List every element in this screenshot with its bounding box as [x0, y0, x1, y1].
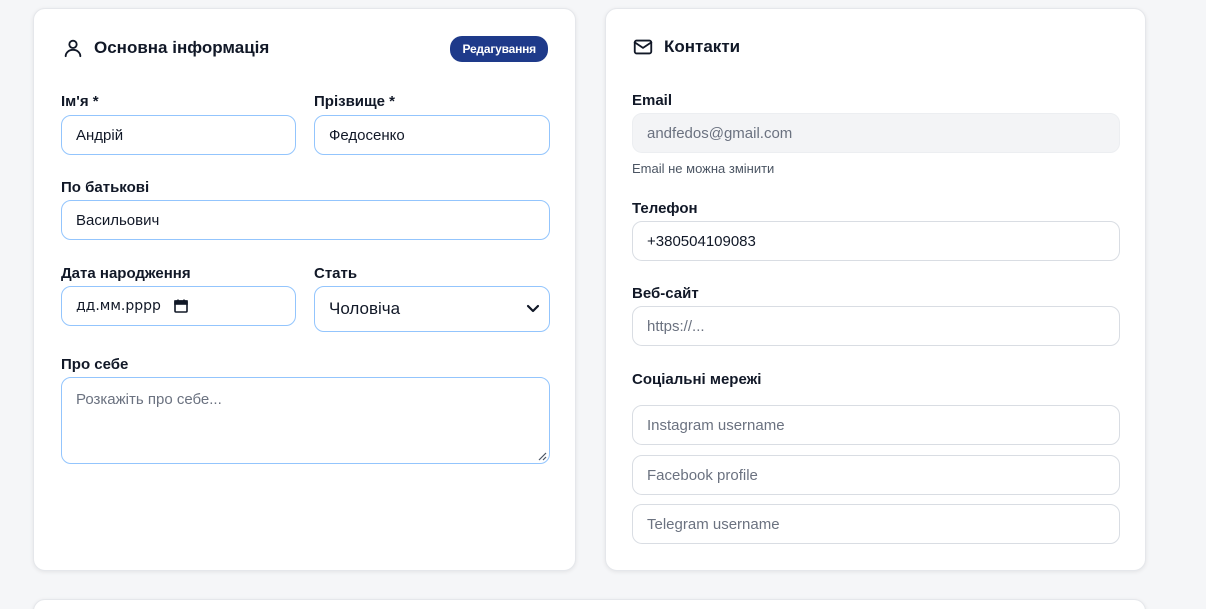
last-name-input[interactable]: Федосенко [314, 115, 550, 155]
about-textarea[interactable]: Розкажіть про себе... [61, 377, 550, 464]
next-card [33, 599, 1146, 609]
patronymic-value: Васильович [76, 211, 160, 229]
website-placeholder: https://... [647, 317, 705, 335]
website-input[interactable]: https://... [632, 306, 1120, 346]
basic-info-title: Основна інформація [94, 38, 270, 57]
user-icon [62, 37, 84, 59]
birth-date-placeholder: дд.мм.рррр [76, 298, 161, 314]
email-value: andfedos@gmail.com [647, 124, 793, 142]
birth-date-input[interactable]: дд.мм.рррр [61, 286, 296, 326]
phone-value: +380504109083 [647, 232, 756, 250]
resize-handle-icon[interactable] [537, 451, 547, 461]
contacts-card: Контакти Email andfedos@gmail.com Email … [605, 8, 1146, 571]
last-name-label: Прізвище * [314, 93, 396, 110]
email-label: Email [632, 92, 673, 109]
contacts-title: Контакти [664, 37, 741, 56]
gender-label: Стать [314, 265, 358, 282]
instagram-placeholder: Instagram username [647, 416, 785, 434]
telegram-placeholder: Telegram username [647, 515, 780, 533]
about-label: Про себе [61, 356, 129, 373]
mail-icon [632, 36, 654, 58]
facebook-placeholder: Facebook profile [647, 466, 758, 484]
about-placeholder: Розкажіть про себе... [76, 391, 222, 408]
basic-info-card: Основна інформація Редагування Ім'я * Ан… [33, 8, 576, 571]
email-hint: Email не можна змінити [632, 161, 775, 176]
patronymic-input[interactable]: Васильович [61, 200, 550, 240]
gender-select[interactable]: Чоловіча [314, 286, 550, 332]
basic-info-header: Основна інформація [62, 37, 269, 59]
social-label: Соціальні мережі [632, 371, 762, 388]
edit-badge[interactable]: Редагування [450, 36, 548, 62]
instagram-input[interactable]: Instagram username [632, 405, 1120, 445]
website-label: Веб-сайт [632, 285, 699, 302]
first-name-input[interactable]: Андрій [61, 115, 296, 155]
telegram-input[interactable]: Telegram username [632, 504, 1120, 544]
gender-value: Чоловіча [329, 299, 401, 318]
email-input[interactable]: andfedos@gmail.com [632, 113, 1120, 153]
phone-label: Телефон [632, 200, 698, 217]
contacts-header: Контакти [632, 36, 740, 58]
first-name-label: Ім'я * [61, 93, 99, 110]
last-name-value: Федосенко [329, 126, 405, 144]
phone-input[interactable]: +380504109083 [632, 221, 1120, 261]
calendar-icon[interactable] [173, 298, 189, 314]
facebook-input[interactable]: Facebook profile [632, 455, 1120, 495]
first-name-value: Андрій [76, 126, 124, 144]
birth-date-label: Дата народження [61, 265, 191, 282]
chevron-down-icon [525, 300, 541, 316]
patronymic-label: По батькові [61, 179, 150, 196]
